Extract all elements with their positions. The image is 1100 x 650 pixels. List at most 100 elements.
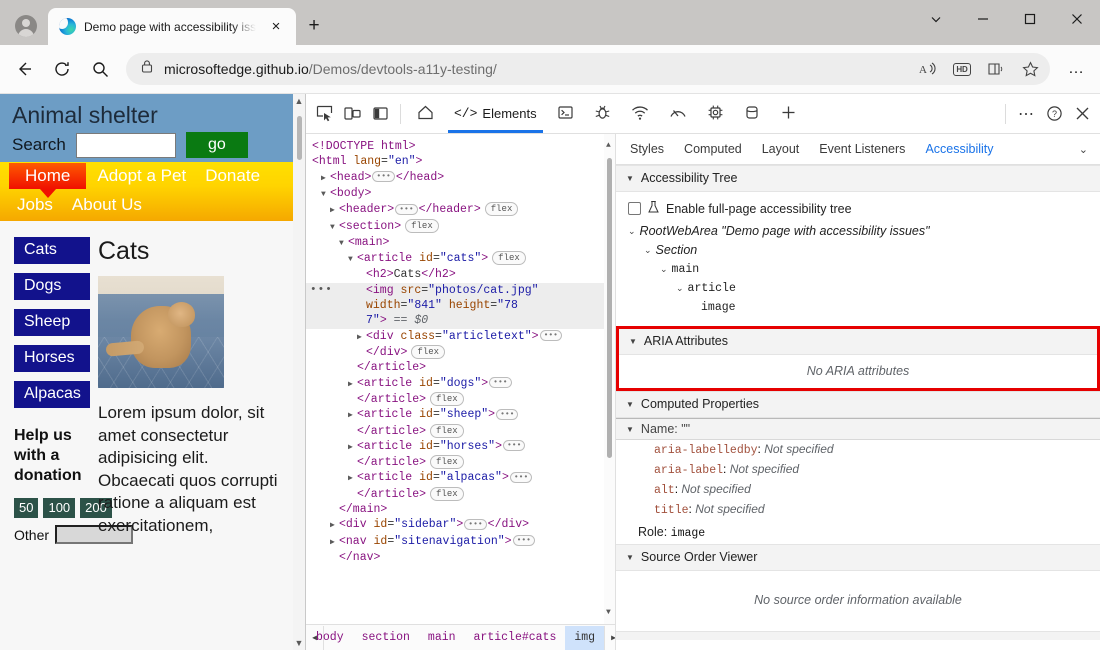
a11y-tree-node[interactable]: ⌄Section <box>628 241 1090 260</box>
dom-scroll-thumb[interactable] <box>607 158 612 458</box>
dom-node-line[interactable]: <!DOCTYPE html> <box>306 139 615 154</box>
minimize-button[interactable] <box>959 0 1006 38</box>
page-scroll-down-icon[interactable]: ▼ <box>295 636 304 650</box>
breadcrumb-item[interactable]: article#cats <box>465 626 566 650</box>
page-nav-adopt[interactable]: Adopt a Pet <box>89 164 194 188</box>
dom-tree[interactable]: <!DOCTYPE html><html lang="en">▶<head>••… <box>306 134 615 624</box>
expand-twisty-icon[interactable]: ▶ <box>348 440 357 455</box>
chevron-down-icon[interactable]: ⌄ <box>660 260 668 279</box>
dom-node-line[interactable]: 7"> == $0 <box>306 313 615 328</box>
page-category-horses[interactable]: Horses <box>14 345 90 372</box>
aria-attributes-section-header[interactable]: ▼ ARIA Attributes <box>619 329 1097 355</box>
profile-button[interactable] <box>4 7 48 45</box>
chevron-down-icon[interactable] <box>692 298 697 317</box>
collapse-twisty-icon[interactable]: ▼ <box>330 220 339 235</box>
inspect-element-icon[interactable] <box>310 100 338 128</box>
new-tab-button[interactable]: + <box>302 14 326 38</box>
page-category-sheep[interactable]: Sheep <box>14 309 90 336</box>
page-category-dogs[interactable]: Dogs <box>14 273 90 300</box>
tab-computed[interactable]: Computed <box>674 134 752 164</box>
expand-twisty-icon[interactable]: ▶ <box>330 203 339 218</box>
a11y-tree-node[interactable]: ⌄RootWebArea "Demo page with accessibili… <box>628 222 1090 241</box>
tab-accessibility[interactable]: Accessibility <box>915 134 1003 164</box>
page-category-cats[interactable]: Cats <box>14 237 90 264</box>
device-emulation-icon[interactable] <box>338 100 366 128</box>
sidebar-tabs-overflow-icon[interactable]: ⌄ <box>1067 143 1100 156</box>
page-search-input[interactable] <box>76 133 176 158</box>
dom-node-line[interactable]: <h2>Cats</h2> <box>306 267 615 282</box>
tab-styles[interactable]: Styles <box>620 134 674 164</box>
collapse-twisty-icon[interactable]: ▼ <box>348 252 357 267</box>
dom-node-line[interactable]: ▶<article id="dogs">••• <box>306 376 615 392</box>
dom-node-line[interactable]: ▶<article id="sheep">••• <box>306 407 615 423</box>
dom-node-line[interactable]: ▼<body> <box>306 186 615 202</box>
collapse-twisty-icon[interactable]: ▼ <box>339 236 348 251</box>
page-scrollbar[interactable]: ▲ ▼ <box>293 94 305 650</box>
dom-node-line[interactable]: ▶<head>•••</head> <box>306 170 615 186</box>
breadcrumb-next-button[interactable]: ▶ <box>604 626 615 650</box>
search-icon[interactable] <box>82 51 118 87</box>
chevron-down-icon[interactable]: ⌄ <box>644 241 652 260</box>
breadcrumb-item[interactable]: section <box>353 626 419 650</box>
tab-network[interactable] <box>621 95 659 133</box>
expand-twisty-icon[interactable]: ▶ <box>357 330 366 345</box>
dom-node-line[interactable]: <html lang="en"> <box>306 154 615 169</box>
help-icon[interactable]: ? <box>1040 100 1068 128</box>
computed-name-header[interactable]: ▼ Name: "" <box>616 418 1100 440</box>
donation-amount-50[interactable]: 50 <box>14 498 38 518</box>
donation-amount-100[interactable]: 100 <box>43 498 75 518</box>
page-scroll-thumb[interactable] <box>297 116 302 160</box>
tab-console[interactable] <box>547 95 584 133</box>
breadcrumb-item[interactable]: main <box>419 626 465 650</box>
more-options-icon[interactable]: ⋯ <box>1012 100 1040 128</box>
close-window-button[interactable] <box>1053 0 1100 38</box>
page-nav-about[interactable]: About Us <box>64 193 150 217</box>
dom-node-line[interactable]: width="841" height="78 <box>306 298 615 313</box>
hd-icon[interactable]: HD <box>946 55 978 83</box>
dom-node-line[interactable]: ▶<div class="articletext">••• <box>306 329 615 345</box>
address-bar[interactable]: microsoftedge.github.io/Demos/devtools-a… <box>126 53 1050 85</box>
favorites-icon[interactable] <box>1014 55 1046 83</box>
tab-application[interactable] <box>734 95 770 133</box>
expand-twisty-icon[interactable]: ▶ <box>348 377 357 392</box>
source-order-section-header[interactable]: ▼ Source Order Viewer <box>616 544 1100 571</box>
tab-close-button[interactable]: × <box>264 15 288 39</box>
read-aloud-icon[interactable]: A <box>912 55 944 83</box>
tab-event-listeners[interactable]: Event Listeners <box>809 134 915 164</box>
tab-more-tools[interactable] <box>770 95 807 133</box>
dock-side-icon[interactable] <box>366 100 394 128</box>
dom-node-line[interactable]: ▶<article id="horses">••• <box>306 439 615 455</box>
dom-node-line[interactable]: </div>flex <box>306 345 615 360</box>
computed-properties-section-header[interactable]: ▼ Computed Properties <box>616 391 1100 418</box>
a11y-tree-node[interactable]: ⌄article <box>628 279 1090 298</box>
dom-node-line[interactable]: ▼<section>flex <box>306 219 615 235</box>
tab-elements[interactable]: </> Elements <box>444 95 547 133</box>
tab-actions-menu-button[interactable] <box>912 0 959 38</box>
page-nav-donate[interactable]: Donate <box>197 164 268 188</box>
refresh-button[interactable] <box>44 51 80 87</box>
immersive-reader-icon[interactable] <box>980 55 1012 83</box>
expand-twisty-icon[interactable]: ▶ <box>348 408 357 423</box>
dom-node-line[interactable]: </article>flex <box>306 424 615 439</box>
browser-settings-button[interactable]: … <box>1058 51 1094 87</box>
chevron-down-icon[interactable]: ⌄ <box>628 222 636 241</box>
dom-node-line[interactable]: ▶<div id="sidebar">•••</div> <box>306 517 615 533</box>
dom-node-line[interactable]: </article>flex <box>306 487 615 502</box>
a11y-tree-node[interactable]: image <box>628 298 1090 317</box>
dom-node-line[interactable]: </article>flex <box>306 455 615 470</box>
close-devtools-icon[interactable] <box>1068 100 1096 128</box>
tab-sources[interactable] <box>584 95 621 133</box>
back-button[interactable] <box>6 51 42 87</box>
breadcrumb-item[interactable]: img <box>565 626 604 650</box>
breadcrumb-item[interactable]: body <box>316 626 353 650</box>
chevron-down-icon[interactable]: ⌄ <box>676 279 684 298</box>
dom-node-line[interactable]: </main> <box>306 502 615 517</box>
a11y-tree-node[interactable]: ⌄main <box>628 260 1090 279</box>
dom-node-line[interactable]: </nav> <box>306 550 615 565</box>
dom-node-line[interactable]: </article>flex <box>306 392 615 407</box>
browser-tab[interactable]: Demo page with accessibility issues × <box>48 8 296 45</box>
dom-node-line[interactable]: ▼<article id="cats">flex <box>306 251 615 267</box>
tab-memory[interactable] <box>697 95 734 133</box>
dom-scroll-up-icon[interactable]: ▲ <box>606 138 611 153</box>
accessibility-tree-section-header[interactable]: ▼ Accessibility Tree <box>616 165 1100 192</box>
